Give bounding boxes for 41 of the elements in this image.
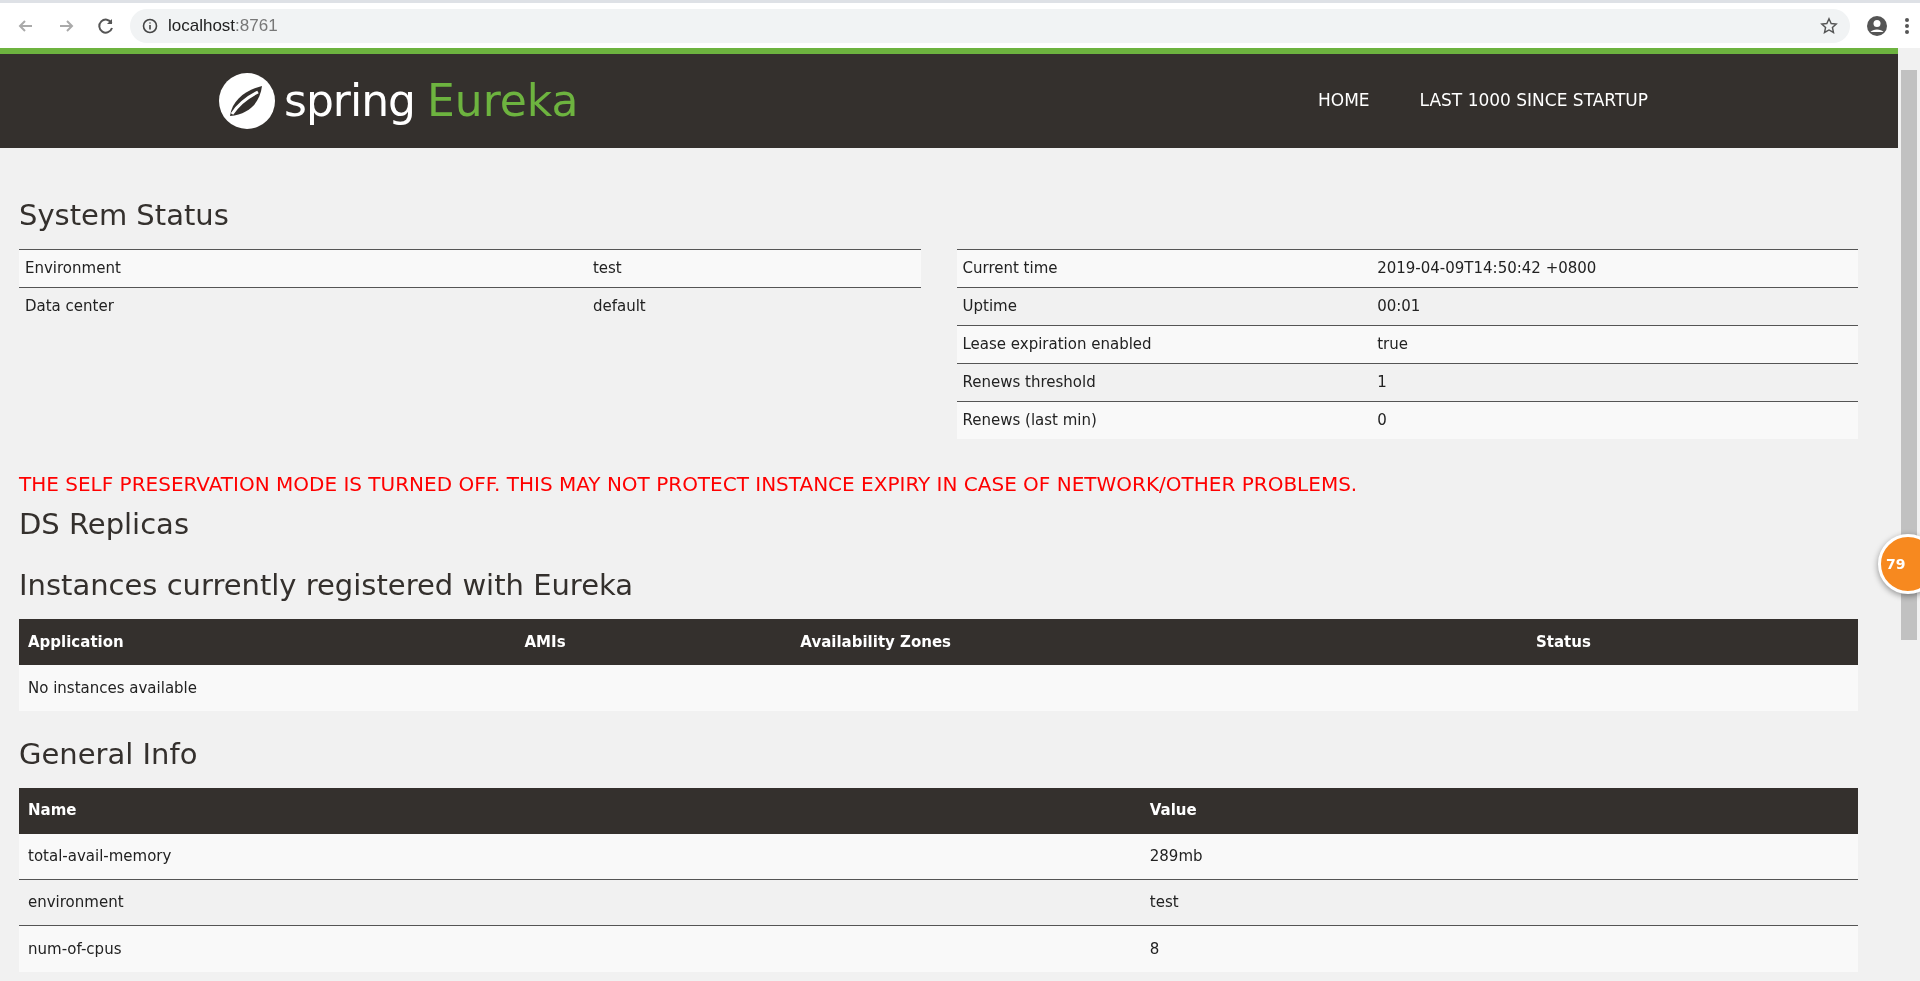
table-cell: Lease expiration enabled (956, 325, 1372, 364)
warning-message: THE SELF PRESERVATION MODE IS TURNED OFF. THIS MAY NOT PROTECT INSTANCE EXPIRY IN CASE OF NETWORK/OTHER PROBLEMS. (19, 471, 1359, 499)
column-header: Name (19, 787, 1141, 834)
table-cell: true (1371, 325, 1858, 364)
empty-message: No instances available (19, 664, 1858, 711)
table-cell: Current time (956, 249, 1372, 288)
table-cell: test (1140, 879, 1858, 926)
table-cell: environment (19, 879, 1141, 926)
brand-product: Eureka (427, 74, 579, 128)
url-text: localhost:8761 (168, 14, 278, 37)
menu-icon[interactable] (1904, 15, 1910, 36)
table-cell: 1 (1371, 363, 1858, 402)
column-header: Availability Zones (791, 618, 1527, 665)
column-header: Status (1526, 618, 1858, 665)
column-header: AMIs (515, 618, 792, 665)
table-cell: 289mb (1140, 833, 1858, 880)
table-cell: num-of-cpus (19, 925, 1141, 972)
table-cell: total-avail-memory (19, 833, 1141, 880)
column-header: Application (19, 618, 516, 665)
section-heading: System Status (19, 198, 230, 233)
nav-link[interactable]: HOME (1318, 88, 1370, 114)
section-heading: DS Replicas (19, 507, 190, 543)
table-cell: Renews (last min) (956, 401, 1372, 440)
profile-icon[interactable] (1866, 14, 1888, 37)
table-cell: 8 (1140, 925, 1858, 972)
brand-name: spring (284, 74, 415, 128)
table-cell: Environment (19, 249, 587, 288)
info-icon (142, 17, 158, 34)
table-cell: Renews threshold (956, 363, 1372, 402)
address-bar[interactable]: localhost:8761 (130, 8, 1850, 43)
table-cell: Uptime (956, 287, 1372, 326)
leaf-logo-icon (218, 72, 276, 130)
section-heading: General Info (19, 736, 199, 772)
table-cell: 00:01 (1371, 287, 1858, 326)
table-cell: 0 (1371, 401, 1858, 440)
section-heading: Instances currently registered with Eureka (19, 568, 635, 603)
nav-link[interactable]: LAST 1000 SINCE STARTUP (1419, 88, 1648, 114)
table-cell: test (586, 249, 921, 288)
star-icon[interactable] (1820, 16, 1838, 35)
table-cell: 2019-04-09T14:50:42 +0800 (1371, 249, 1858, 288)
column-header: Value (1140, 787, 1858, 834)
